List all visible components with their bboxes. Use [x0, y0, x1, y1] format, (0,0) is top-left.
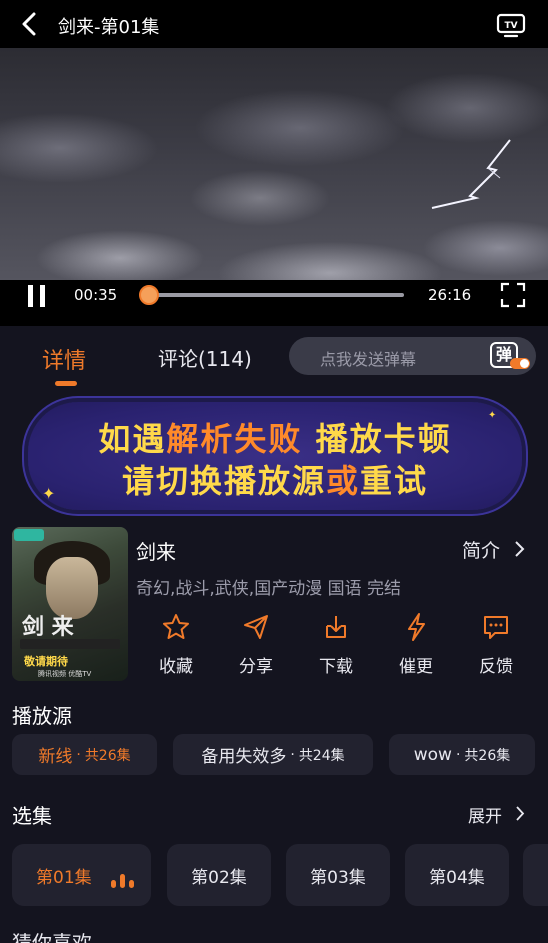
sparkle-icon: ✦ — [488, 410, 497, 421]
danmaku-input[interactable]: 点我发送弹幕 弹 — [289, 337, 536, 375]
chevron-right-icon[interactable] — [515, 806, 526, 821]
poster-logos: 腾讯视频 优酷TV — [38, 670, 92, 678]
tab-indicator — [55, 381, 77, 386]
notice-banner: 如遇解析失败 播放卡顿 请切换播放源或重试 ✦ ✦ — [28, 402, 522, 510]
show-tags: 奇幻,战斗,武侠,国产动漫 国语 完结 — [136, 579, 402, 599]
banner-line-1: 如遇解析失败 播放卡顿 — [98, 420, 452, 458]
player-controls: 00:35 26:16 — [0, 280, 548, 326]
source-chip[interactable]: 备用失效多 · 共24集 — [173, 734, 373, 775]
feedback-button[interactable]: 反馈 — [466, 612, 526, 677]
tv-cast-icon[interactable]: TV — [496, 12, 526, 38]
poster-title: 剑 来 — [22, 614, 74, 640]
source-chip-active[interactable]: 新线 · 共26集 — [12, 734, 157, 775]
playing-indicator-icon — [111, 874, 137, 888]
back-arrow-icon[interactable] — [18, 12, 42, 36]
progress-track[interactable] — [148, 293, 404, 297]
video-title: 剑来-第01集 — [58, 17, 160, 38]
progress-thumb[interactable] — [139, 285, 159, 305]
lightning-icon — [408, 613, 425, 641]
episode-item[interactable]: 第03集 — [286, 844, 390, 906]
poster-image[interactable]: 剑 来 敬请期待 腾讯视频 优酷TV — [12, 527, 128, 681]
episode-label: 第01集 — [36, 867, 92, 888]
source-name: 备用失效多 — [201, 747, 287, 767]
favorite-button[interactable]: 收藏 — [146, 612, 206, 677]
download-button[interactable]: 下载 — [306, 612, 366, 677]
episode-section-title: 选集 — [12, 804, 52, 828]
source-count: 共26集 — [84, 747, 131, 764]
episode-item[interactable]: 第04集 — [405, 844, 509, 906]
source-count: 共26集 — [464, 747, 511, 764]
source-name: wow — [413, 744, 452, 765]
episode-item[interactable]: 第02集 — [167, 844, 271, 906]
top-bar: 剑来-第01集 TV — [0, 0, 548, 48]
poster-badge — [14, 529, 44, 541]
star-icon — [163, 614, 189, 639]
feedback-icon — [484, 616, 508, 639]
urge-update-button[interactable]: 催更 — [386, 612, 446, 677]
chevron-right-icon[interactable] — [514, 541, 526, 557]
pause-icon[interactable] — [26, 285, 48, 307]
download-icon — [326, 616, 346, 638]
source-count: 共24集 — [298, 747, 345, 764]
video-player[interactable] — [0, 48, 548, 280]
svg-text:TV: TV — [504, 21, 517, 31]
total-time: 26:16 — [428, 286, 472, 304]
danmaku-switch[interactable] — [510, 358, 530, 369]
source-chip[interactable]: wow · 共26集 — [389, 734, 535, 775]
source-section-title: 播放源 — [12, 704, 72, 728]
share-icon — [244, 615, 268, 639]
fullscreen-icon[interactable] — [500, 282, 526, 308]
banner-line-2: 请切换播放源或重试 — [121, 462, 429, 500]
poster-subtitle: 敬请期待 — [24, 655, 68, 668]
danmaku-placeholder: 点我发送弹幕 — [320, 350, 417, 369]
tab-comments[interactable]: 评论(114) — [158, 343, 252, 372]
video-frame — [431, 139, 511, 209]
poster-strip — [20, 639, 120, 649]
tab-detail[interactable]: 详情 — [42, 343, 86, 375]
next-section-title: 猜你喜欢 — [12, 931, 92, 943]
expand-button[interactable]: 展开 — [468, 802, 502, 827]
intro-link[interactable]: 简介 — [462, 536, 500, 563]
source-name: 新线 — [38, 747, 73, 767]
episode-item-active[interactable]: 第01集 — [12, 844, 151, 906]
current-time: 00:35 — [74, 286, 118, 304]
show-name: 剑来 — [136, 540, 176, 564]
sparkle-icon: ✦ — [42, 484, 56, 503]
episode-item-partial[interactable] — [523, 844, 548, 906]
share-button[interactable]: 分享 — [226, 612, 286, 677]
